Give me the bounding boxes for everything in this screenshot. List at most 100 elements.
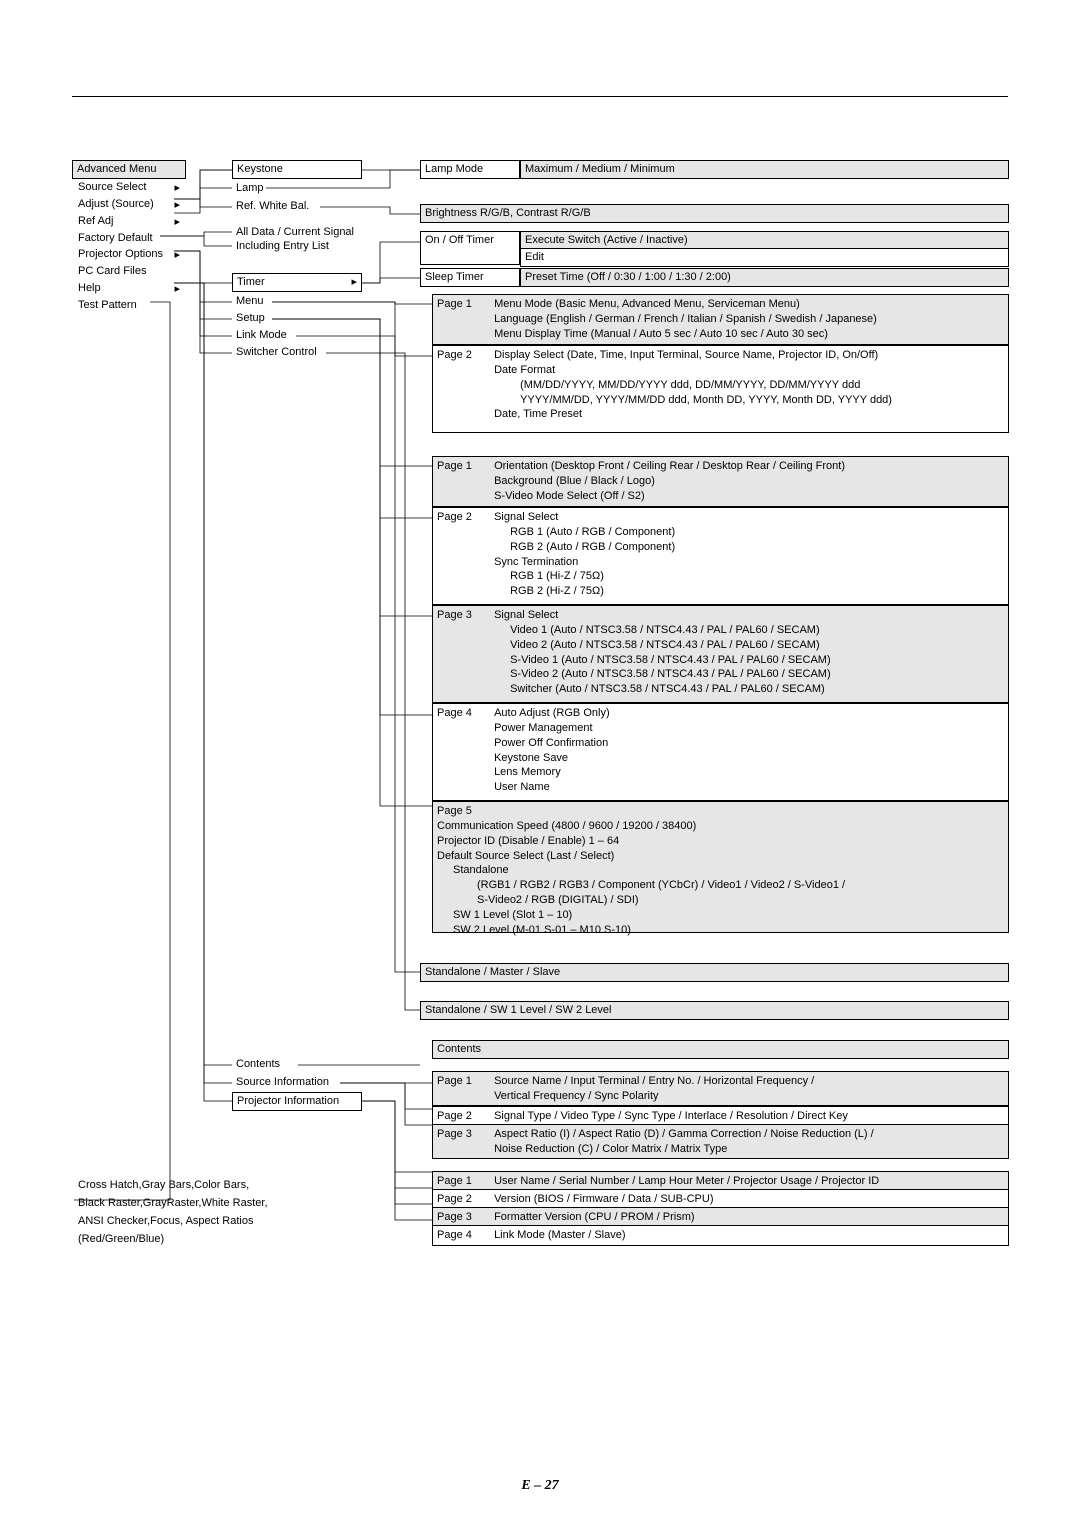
label: Adjust (Source) xyxy=(78,198,154,210)
arrow-icon: ▸ xyxy=(174,198,180,213)
line: SW 1 Level (Slot 1 – 10) xyxy=(437,908,572,923)
line: Sync Termination xyxy=(494,556,578,568)
line: RGB 1 (Hi-Z / 75Ω) xyxy=(494,569,604,584)
line: Language (English / German / French / It… xyxy=(494,313,877,325)
value: Link Mode (Master / Slave) xyxy=(494,1229,625,1241)
line: Keystone Save xyxy=(494,752,568,764)
row-link-mode-value: Standalone / Master / Slave xyxy=(420,963,1009,982)
label: Test Pattern xyxy=(78,299,137,311)
advanced-menu-list: Source Select▸ Adjust (Source)▸ Ref Adj▸… xyxy=(74,179,184,314)
label: Page 2 xyxy=(437,1192,491,1207)
value: Signal Type / Video Type / Sync Type / I… xyxy=(494,1110,848,1122)
box-onoff-label: On / Off Timer xyxy=(420,231,520,265)
line: Auto Adjust (RGB Only) xyxy=(494,707,610,719)
test-pattern-line-3: ANSI Checker,Focus, Aspect Ratios xyxy=(78,1214,253,1229)
line: S-Video 1 (Auto / NTSC3.58 / NTSC4.43 / … xyxy=(494,653,831,668)
label: Page 2 xyxy=(437,510,491,525)
line: Menu Mode (Basic Menu, Advanced Menu, Se… xyxy=(494,298,800,310)
arrow-icon: ▸ xyxy=(351,275,357,290)
box-sleep-label: Sleep Timer xyxy=(420,268,520,287)
test-pattern-line-1: Cross Hatch,Gray Bars,Color Bars, xyxy=(78,1178,249,1193)
mid-factory-note-2: Including Entry List xyxy=(236,239,329,254)
box-onoff-v2: Edit xyxy=(520,248,1009,267)
label: Page 1 xyxy=(437,297,491,312)
label: Page 3 xyxy=(437,1127,491,1142)
box-lamp-mode-label: Lamp Mode xyxy=(420,160,520,179)
line: Noise Reduction (C) / Color Matrix / Mat… xyxy=(494,1143,727,1155)
label: Page 3 xyxy=(437,608,491,623)
test-pattern-line-2: Black Raster,GrayRaster,White Raster, xyxy=(78,1196,268,1211)
label: Page 1 xyxy=(437,1174,491,1189)
menu-pc-card-files: PC Card Files xyxy=(74,263,184,280)
row-setup-p1: Page 1 Orientation (Desktop Front / Ceil… xyxy=(432,456,1009,507)
label: Page 4 xyxy=(437,706,491,721)
label: Page 3 xyxy=(437,1210,491,1225)
line: Signal Select xyxy=(494,511,558,523)
label: Source Select xyxy=(78,181,146,193)
label: Page 4 xyxy=(437,1228,491,1243)
line: Switcher (Auto / NTSC3.58 / NTSC4.43 / P… xyxy=(494,682,825,697)
mid-setup: Setup xyxy=(236,311,265,326)
value: Aspect Ratio (I) / Aspect Ratio (D) / Ga… xyxy=(494,1127,994,1157)
label: Page 2 xyxy=(437,1109,491,1124)
line: RGB 2 (Auto / RGB / Component) xyxy=(494,540,675,555)
menu-test-pattern: Test Pattern xyxy=(74,297,184,314)
row-sourceinfo-p3: Page 3 Aspect Ratio (I) / Aspect Ratio (… xyxy=(432,1124,1009,1159)
row-menu-p1: Page 1 Menu Mode (Basic Menu, Advanced M… xyxy=(432,294,1009,345)
line: Power Off Confirmation xyxy=(494,737,608,749)
line: (MM/DD/YYYY, MM/DD/YYYY ddd, DD/MM/YYYY,… xyxy=(494,378,860,393)
line: Communication Speed (4800 / 9600 / 19200… xyxy=(437,820,696,832)
line: Default Source Select (Last / Select) xyxy=(437,850,614,862)
line: Menu Display Time (Manual / Auto 5 sec /… xyxy=(494,328,828,340)
mid-factory-note-1: All Data / Current Signal xyxy=(236,225,354,240)
line: User Name xyxy=(494,781,550,793)
menu-help: Help▸ xyxy=(74,280,184,297)
value: Menu Mode (Basic Menu, Advanced Menu, Se… xyxy=(494,297,994,342)
label: PC Card Files xyxy=(78,265,146,277)
box-brightness: Brightness R/G/B, Contrast R/G/B xyxy=(420,204,1009,223)
menu-projector-options: Projector Options ▸ xyxy=(74,246,184,263)
line: Source Name / Input Terminal / Entry No.… xyxy=(494,1075,814,1087)
mid-help-contents: Contents xyxy=(236,1057,280,1072)
line: Video 2 (Auto / NTSC3.58 / NTSC4.43 / PA… xyxy=(494,638,820,653)
line: Lens Memory xyxy=(494,766,561,778)
box-projector-info: Projector Information xyxy=(232,1092,362,1111)
test-pattern-line-4: (Red/Green/Blue) xyxy=(78,1232,164,1247)
menu-ref-adj: Ref Adj▸ xyxy=(74,213,184,230)
line: Vertical Frequency / Sync Polarity xyxy=(494,1090,658,1102)
mid-menu: Menu xyxy=(236,294,264,309)
menu-factory-default: Factory Default xyxy=(74,230,184,247)
page-root: Advanced Menu Source Select▸ Adjust (Sou… xyxy=(0,0,1080,1528)
line: S-Video2 / RGB (DIGITAL) / SDI) xyxy=(437,893,639,908)
menu-source-select: Source Select▸ xyxy=(74,179,184,196)
label: Page 1 xyxy=(437,459,491,474)
row-setup-p3: Page 3 Signal Select Video 1 (Auto / NTS… xyxy=(432,605,1009,703)
value: Communication Speed (4800 / 9600 / 19200… xyxy=(437,819,947,938)
menu-adjust-source: Adjust (Source) ▸ xyxy=(74,196,184,213)
line: Aspect Ratio (I) / Aspect Ratio (D) / Ga… xyxy=(494,1128,874,1140)
arrow-icon: ▸ xyxy=(174,282,180,297)
arrow-icon: ▸ xyxy=(174,248,180,263)
label: Projector Options xyxy=(78,248,163,260)
arrow-icon: ▸ xyxy=(174,215,180,230)
label: Timer xyxy=(237,276,265,288)
row-projinfo-p4: Page 4 Link Mode (Master / Slave) xyxy=(432,1225,1009,1246)
box-lamp-mode-values: Maximum / Medium / Minimum xyxy=(520,160,1009,179)
line: Date, Time Preset xyxy=(494,408,582,420)
value: Auto Adjust (RGB Only) Power Management … xyxy=(494,706,994,795)
line: S-Video 2 (Auto / NTSC3.58 / NTSC4.43 / … xyxy=(494,667,831,682)
label: Factory Default xyxy=(78,232,153,244)
box-sleep-value: Preset Time (Off / 0:30 / 1:00 / 1:30 / … xyxy=(520,268,1009,287)
line: YYYY/MM/DD, YYYY/MM/DD ddd, Month DD, YY… xyxy=(494,393,892,408)
value: User Name / Serial Number / Lamp Hour Me… xyxy=(494,1175,879,1187)
advanced-menu-header: Advanced Menu xyxy=(72,160,186,179)
top-rule xyxy=(72,96,1008,97)
box-keystone: Keystone xyxy=(232,160,362,179)
row-help-contents: Contents xyxy=(432,1040,1009,1059)
row-sourceinfo-p1: Page 1 Source Name / Input Terminal / En… xyxy=(432,1071,1009,1106)
label: Page 5 xyxy=(437,804,491,819)
line: Standalone xyxy=(437,863,509,878)
value: Orientation (Desktop Front / Ceiling Rea… xyxy=(494,459,994,504)
value: Source Name / Input Terminal / Entry No.… xyxy=(494,1074,994,1104)
row-menu-p2: Page 2 Display Select (Date, Time, Input… xyxy=(432,345,1009,433)
